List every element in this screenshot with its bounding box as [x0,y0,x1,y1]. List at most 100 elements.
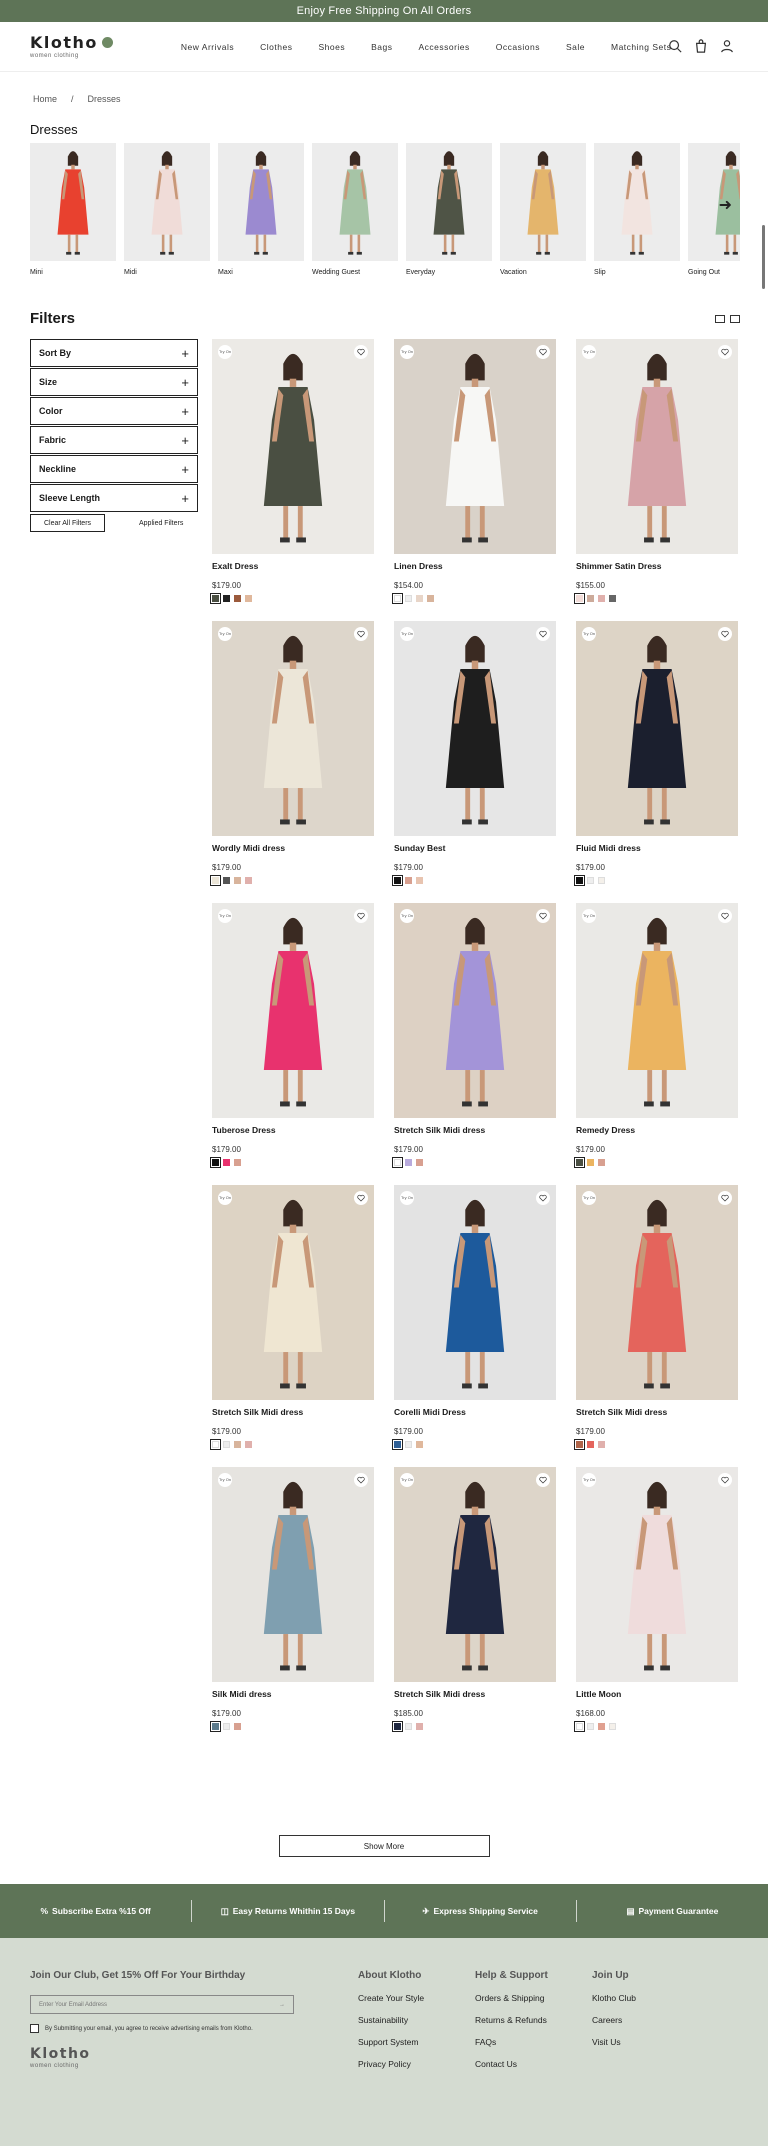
color-swatch[interactable] [427,595,434,602]
product-card[interactable]: Try On Silk Midi dress $179.00 [210,1467,374,1749]
product-name[interactable]: Stretch Silk Midi dress [394,1125,556,1135]
bag-icon[interactable] [694,39,708,58]
product-image[interactable]: Try On [394,339,556,554]
filter-size[interactable]: Size + [30,368,198,396]
heart-icon[interactable] [718,1191,732,1205]
product-card[interactable]: Try On Fluid Midi dress $179.00 [574,621,738,903]
product-name[interactable]: Stretch Silk Midi dress [212,1407,374,1417]
heart-icon[interactable] [536,1473,550,1487]
color-swatch[interactable] [587,877,594,884]
product-name[interactable]: Little Moon [576,1689,738,1699]
color-swatch[interactable] [223,1441,230,1448]
color-swatch[interactable] [609,1723,616,1730]
nav-item-occasions[interactable]: Occasions [496,42,540,52]
arrow-right-icon[interactable]: ➜ [719,195,732,215]
product-name[interactable]: Linen Dress [394,561,556,571]
breadcrumb-home[interactable]: Home [33,94,57,104]
color-swatch[interactable] [598,877,605,884]
color-swatch[interactable] [392,1721,403,1732]
nav-item-shoes[interactable]: Shoes [318,42,345,52]
grid-4-view-icon[interactable] [730,314,740,323]
product-name[interactable]: Sunday Best [394,843,556,853]
heart-icon[interactable] [354,345,368,359]
try-on-badge[interactable]: Try On [582,345,596,359]
color-swatch[interactable] [587,1159,594,1166]
footer-link[interactable]: Sustainability [358,2015,475,2025]
try-on-badge[interactable]: Try On [582,627,596,641]
product-name[interactable]: Shimmer Satin Dress [576,561,738,571]
color-swatch[interactable] [405,877,412,884]
color-swatch[interactable] [245,595,252,602]
heart-icon[interactable] [354,1473,368,1487]
footer-link[interactable]: Returns & Refunds [475,2015,592,2025]
product-image[interactable]: Try On [394,1185,556,1400]
clear-all-filters-button[interactable]: Clear All Filters [30,514,105,532]
product-name[interactable]: Corelli Midi Dress [394,1407,556,1417]
email-field[interactable]: Enter Your Email Address → [30,1995,294,2014]
search-icon[interactable] [668,39,682,58]
footer-link[interactable]: Orders & Shipping [475,1993,592,2003]
product-image[interactable]: Try On [576,339,738,554]
product-card[interactable]: Try On Sunday Best $179.00 [392,621,556,903]
nav-item-matching-sets[interactable]: Matching Sets [611,42,671,52]
category-tile[interactable]: Going Out [688,143,740,276]
arrow-right-icon[interactable]: → [279,2002,285,2008]
footer-link[interactable]: Klotho Club [592,1993,709,2003]
product-image[interactable]: Try On [394,621,556,836]
category-tile[interactable]: Midi [124,143,210,276]
color-swatch[interactable] [392,593,403,604]
try-on-badge[interactable]: Try On [218,909,232,923]
product-card[interactable]: Try On Stretch Silk Midi dress $179.00 [574,1185,738,1467]
nav-item-accessories[interactable]: Accessories [418,42,469,52]
heart-icon[interactable] [354,627,368,641]
color-swatch[interactable] [245,1441,252,1448]
color-swatch[interactable] [598,595,605,602]
footer-link[interactable]: Privacy Policy [358,2059,475,2069]
try-on-badge[interactable]: Try On [218,627,232,641]
color-swatch[interactable] [587,1723,594,1730]
color-swatch[interactable] [587,595,594,602]
filter-sort-by[interactable]: Sort By + [30,339,198,367]
product-image[interactable]: Try On [212,1467,374,1682]
nav-item-new-arrivals[interactable]: New Arrivals [181,42,234,52]
try-on-badge[interactable]: Try On [400,345,414,359]
color-swatch[interactable] [210,1157,221,1168]
color-swatch[interactable] [416,1723,423,1730]
color-swatch[interactable] [405,595,412,602]
color-swatch[interactable] [574,1721,585,1732]
try-on-badge[interactable]: Try On [582,909,596,923]
product-name[interactable]: Stretch Silk Midi dress [576,1407,738,1417]
color-swatch[interactable] [416,595,423,602]
product-image[interactable]: Try On [212,339,374,554]
color-swatch[interactable] [587,1441,594,1448]
heart-icon[interactable] [354,909,368,923]
color-swatch[interactable] [574,875,585,886]
product-card[interactable]: Try On Tuberose Dress $179.00 [210,903,374,1185]
color-swatch[interactable] [405,1159,412,1166]
category-tile[interactable]: Mini [30,143,116,276]
color-swatch[interactable] [609,595,616,602]
product-card[interactable]: Try On Stretch Silk Midi dress $185.00 [392,1467,556,1749]
product-name[interactable]: Wordly Midi dress [212,843,374,853]
footer-link[interactable]: Create Your Style [358,1993,475,2003]
product-card[interactable]: Try On Wordly Midi dress $179.00 [210,621,374,903]
color-swatch[interactable] [598,1441,605,1448]
color-swatch[interactable] [223,595,230,602]
product-card[interactable]: Try On Stretch Silk Midi dress $179.00 [210,1185,374,1467]
try-on-badge[interactable]: Try On [582,1191,596,1205]
product-name[interactable]: Tuberose Dress [212,1125,374,1135]
color-swatch[interactable] [392,875,403,886]
color-swatch[interactable] [574,1439,585,1450]
color-swatch[interactable] [234,1159,241,1166]
product-card[interactable]: Try On Shimmer Satin Dress $155.00 [574,339,738,621]
product-image[interactable]: Try On [212,621,374,836]
category-tile[interactable]: Vacation [500,143,586,276]
page-scrollbar[interactable] [762,225,765,289]
heart-icon[interactable] [718,345,732,359]
category-tile[interactable]: Slip [594,143,680,276]
grid-2-view-icon[interactable] [715,314,725,323]
category-tile[interactable]: Maxi [218,143,304,276]
footer-link[interactable]: FAQs [475,2037,592,2047]
product-image[interactable]: Try On [576,1467,738,1682]
footer-link[interactable]: Contact Us [475,2059,592,2069]
